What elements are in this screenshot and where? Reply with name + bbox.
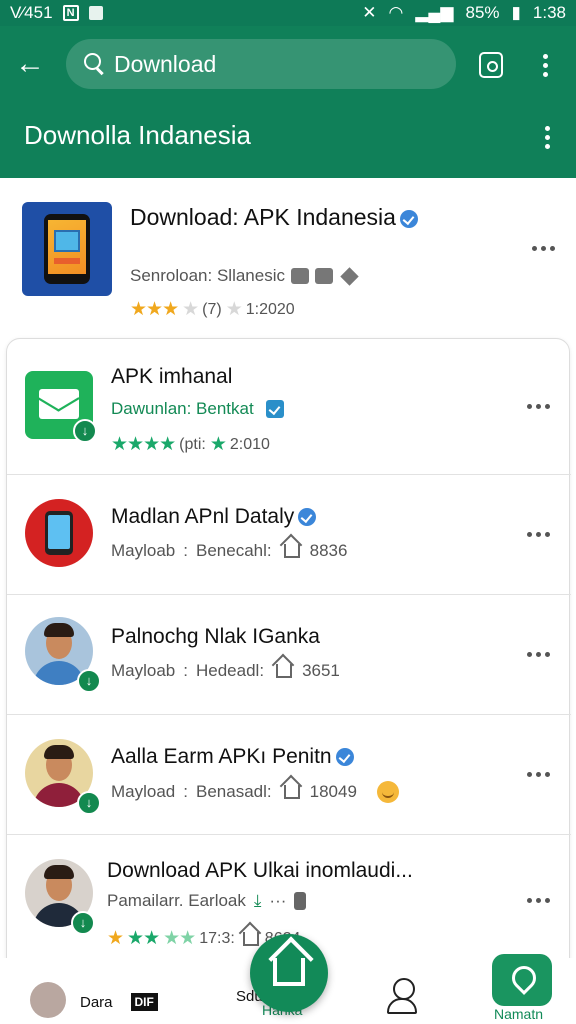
- mute-icon: ✕: [362, 3, 377, 22]
- list-item[interactable]: Madlan APnl Dataly Mayloab: Benecahl: 883…: [7, 475, 571, 595]
- featured-app-icon: [22, 202, 112, 296]
- mail-app-icon: ↓: [25, 371, 97, 443]
- home-icon: [276, 664, 293, 678]
- download-icon: ↓: [71, 911, 95, 935]
- more-vertical-icon: [544, 125, 550, 149]
- app-title: Palnochg Nlak IGanka: [111, 625, 320, 648]
- app-subtitle: Mayloab: Hedeadl: 3651: [111, 661, 340, 680]
- smile-emoji-icon: [376, 781, 399, 803]
- arrow-left-icon: ←: [15, 47, 45, 80]
- app-subtitle: Mayload: Benasadl: 18049: [111, 781, 399, 803]
- title-menu-button[interactable]: [530, 120, 564, 154]
- nav-item-active-label: Namatn: [494, 1006, 544, 1022]
- notification-icon: N: [62, 5, 79, 21]
- app-toolbar: ← Download Downolla Indanesia: [0, 26, 576, 178]
- app-screen: V⁄451 N ✕ ◠ ▂▄▆ 85% ▮ 1:38 ← Download Do…: [0, 0, 576, 1024]
- more-vertical-icon: [542, 53, 548, 77]
- list-item[interactable]: ↓ APK imhanal Dawunlan: Bentkat ★★★★ (pt…: [7, 339, 571, 475]
- phone-icon: [294, 892, 307, 910]
- nav-item-profile[interactable]: Dara DIF: [30, 982, 158, 1018]
- nav-item-location[interactable]: [492, 954, 552, 1006]
- person-icon: [386, 978, 418, 1014]
- app-subtitle: Dawunlan: Bentkat: [111, 399, 284, 419]
- verified-icon: [298, 508, 317, 527]
- item-more-button[interactable]: [523, 647, 553, 663]
- search-input[interactable]: Download: [66, 39, 456, 89]
- star-rating-icon: ★★★★: [111, 434, 176, 455]
- plus-icon: [265, 400, 284, 418]
- nav-item-account[interactable]: [386, 978, 418, 1014]
- featured-app-rating: ★★★ ★ (7) ★ 1:2020: [130, 299, 295, 320]
- signal-icon: ▂▄▆: [415, 3, 454, 22]
- search-icon: [84, 53, 106, 75]
- featured-app[interactable]: Download: APK Indanesia Senroloan: Sllan…: [0, 178, 576, 328]
- app-subtitle: Pamailarr. Earloak ⤓ ···: [107, 891, 307, 911]
- home-fab-button[interactable]: [250, 934, 328, 1012]
- scan-icon: [479, 52, 503, 78]
- app-subtitle: Mayloab: Benecahl: 8836: [111, 541, 348, 560]
- overflow-menu-button[interactable]: [528, 48, 562, 82]
- calendar-icon: [88, 6, 103, 20]
- home-icon: [283, 544, 300, 558]
- results-card: ↓ APK imhanal Dawunlan: Bentkat ★★★★ (pt…: [6, 338, 571, 1024]
- list-item[interactable]: ↓ Aalla Earm APKı Penitn Mayload: Benasad…: [7, 715, 571, 835]
- rating-count: 1:2020: [245, 300, 295, 318]
- verified-icon: [335, 748, 354, 767]
- download-icon: ↓: [77, 669, 101, 693]
- chart-icon: [290, 268, 309, 284]
- search-query: Download: [114, 50, 217, 77]
- app-title: Download APK Ulkai inomlaudi...: [107, 859, 413, 882]
- page-title: Downolla Indanesia: [24, 120, 251, 150]
- home-icon: [273, 958, 305, 986]
- item-more-button[interactable]: [523, 892, 553, 908]
- verified-icon: [399, 209, 418, 228]
- home-icon: [283, 785, 300, 799]
- list-item[interactable]: ↓ Palnochg Nlak IGanka Mayloab: Hedeadl: …: [7, 595, 571, 715]
- star-rating-icon: ★: [107, 928, 124, 949]
- back-button[interactable]: ←: [0, 36, 60, 92]
- battery-level: 85%: [465, 3, 500, 22]
- featured-app-subtitle: Senroloan: Sllanesic: [130, 266, 359, 286]
- item-more-button[interactable]: [523, 399, 553, 415]
- battery-icon: ▮: [511, 3, 521, 22]
- star-rating-icon: ★★★: [130, 299, 179, 320]
- device-icon: [314, 268, 333, 284]
- phone-app-icon: [25, 499, 93, 567]
- results-list: Download: APK Indanesia Senroloan: Sllan…: [0, 178, 576, 1024]
- download-icon: ↓: [77, 791, 101, 815]
- download-icon: ↓: [73, 419, 97, 443]
- app-title: APK imhanal: [111, 365, 233, 388]
- status-time: 1:38: [532, 3, 566, 22]
- status-bar: V⁄451 N ✕ ◠ ▂▄▆ 85% ▮ 1:38: [0, 0, 576, 26]
- status-left-text: V⁄451: [10, 3, 53, 22]
- item-more-button[interactable]: [523, 767, 553, 783]
- scan-button[interactable]: [474, 48, 508, 82]
- avatar: [30, 982, 66, 1018]
- app-title: Aalla Earm APKı Penitn: [111, 745, 354, 769]
- item-more-button[interactable]: [523, 527, 553, 543]
- featured-more-button[interactable]: [528, 240, 558, 256]
- wifi-icon: ◠: [388, 3, 404, 22]
- app-rating: ★★★★ (pti: ★ 2:010: [111, 434, 270, 455]
- home-icon: [242, 931, 259, 946]
- tag-icon: [340, 266, 359, 286]
- download-arrow-icon: ⤓: [253, 891, 262, 910]
- app-title: Madlan APnl Dataly: [111, 505, 317, 529]
- featured-app-title: Download: APK Indanesia: [130, 202, 430, 232]
